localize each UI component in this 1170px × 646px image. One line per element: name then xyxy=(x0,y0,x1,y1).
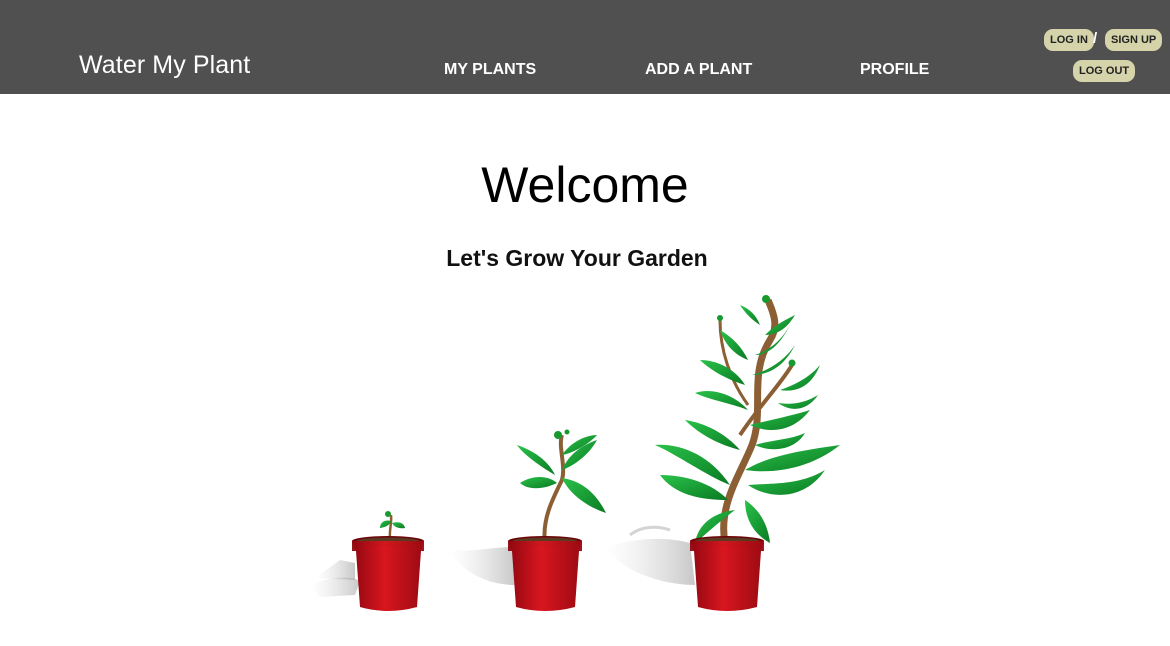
login-button[interactable]: LOG IN xyxy=(1044,29,1094,51)
growing-plants-icon xyxy=(310,295,840,611)
nav-my-plants[interactable]: MY PLANTS xyxy=(444,60,536,80)
seedling-pot-icon xyxy=(310,511,424,611)
auth-separator: / xyxy=(1093,30,1098,47)
signup-button[interactable]: SIGN UP xyxy=(1105,29,1163,51)
sprout-pot-icon xyxy=(450,429,606,611)
grown-plant-pot-icon xyxy=(605,295,840,611)
top-navbar: Water My Plant MY PLANTS ADD A PLANT PRO… xyxy=(0,0,1170,94)
brand-logo-text[interactable]: Water My Plant xyxy=(79,50,250,80)
page-title: Welcome xyxy=(481,157,689,213)
logout-button[interactable]: LOG OUT xyxy=(1073,60,1136,82)
nav-add-a-plant[interactable]: ADD A PLANT xyxy=(645,60,752,80)
page-subtitle: Let's Grow Your Garden xyxy=(446,245,708,271)
nav-profile[interactable]: PROFILE xyxy=(860,60,929,80)
